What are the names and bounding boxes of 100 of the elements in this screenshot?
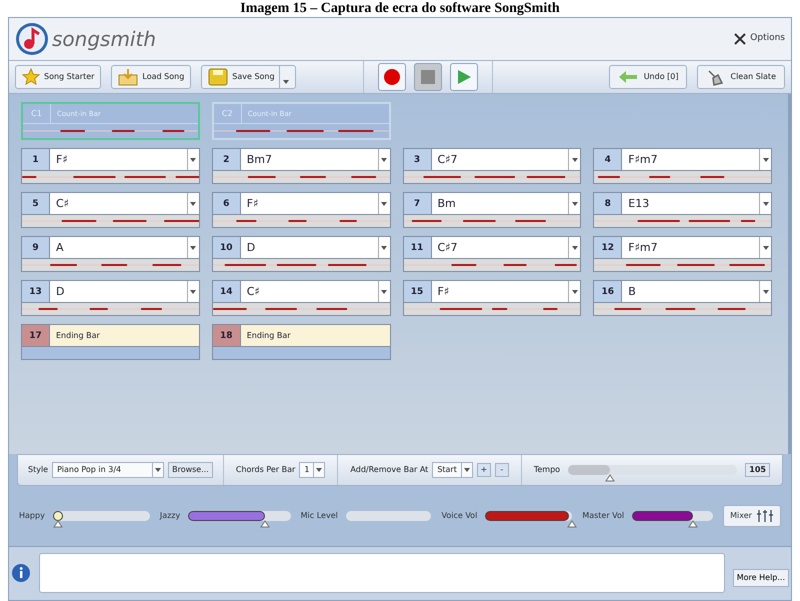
chord-bar[interactable]: 4 F♯m7 (593, 148, 772, 184)
chord-name: F♯ (55, 152, 69, 168)
bar-number: 13 (22, 281, 50, 302)
dropdown-arrow-icon (381, 246, 387, 250)
play-icon (456, 69, 472, 85)
chord-bar[interactable]: 11 C♯7 (402, 236, 582, 272)
chord-bar[interactable]: 3 C♯7 (402, 148, 582, 184)
bar-number: 2 (212, 149, 241, 170)
toolbar-button[interactable]: Undo [0] (608, 65, 688, 89)
dropdown-arrow-icon (190, 158, 196, 162)
chord-bar[interactable]: 15 F♯ (402, 280, 582, 316)
chord-name: Bm (436, 196, 457, 212)
chord-bar[interactable]: 5 C♯ (21, 192, 200, 228)
dropdown-arrow-icon (381, 158, 387, 162)
dropdown-arrow-icon (762, 290, 768, 294)
dropdown-arrow-icon (190, 246, 196, 250)
bar-number: 10 (212, 237, 241, 258)
position-dropdown[interactable]: Start (432, 462, 473, 478)
chord-bar[interactable]: 12 F♯m7 (593, 236, 772, 272)
mixer-button[interactable]: Mixer (723, 505, 781, 527)
slider-thumb[interactable] (567, 520, 578, 528)
chords-per-bar-label: Chords Per Bar (236, 464, 296, 476)
chord-bar[interactable]: 10 D (212, 236, 390, 272)
dropdown-arrow-icon (316, 468, 322, 472)
bar-number: 7 (404, 193, 432, 214)
slider-label: Jazzy (160, 510, 180, 522)
arrow-left-icon (618, 70, 638, 84)
dropdown-arrow-icon (155, 468, 162, 472)
style-dropdown[interactable]: Piano Pop in 3/4 (52, 462, 164, 478)
chord-bar[interactable]: 8 E13 (593, 192, 772, 228)
more-help-button[interactable]: More Help... (732, 569, 789, 587)
dropdown-arrow-icon (572, 290, 578, 294)
chord-name: E13 (627, 196, 650, 212)
chord-name: C♯ (246, 284, 261, 300)
floppy-icon (208, 68, 228, 86)
chord-bar[interactable]: 13 D (21, 280, 200, 316)
chord-bar[interactable]: 6 F♯ (212, 192, 390, 228)
chord-bar[interactable]: 14 C♯ (212, 280, 390, 316)
dropdown-arrow-icon (572, 158, 578, 162)
chord-name: A (55, 240, 65, 256)
mixer-icon (756, 510, 774, 522)
browse-button[interactable]: Browse... (168, 462, 213, 478)
chord-bar[interactable]: 2 Bm7 (212, 148, 390, 184)
options-button[interactable]: Options (733, 32, 785, 46)
dropdown-arrow-icon (762, 202, 768, 206)
toolbar-button[interactable]: Load Song (111, 65, 192, 89)
dropdown-arrow-icon (190, 290, 196, 294)
chord-name: F♯m7 (627, 152, 659, 168)
chord-name: Bm7 (246, 152, 274, 168)
toolbar-button[interactable]: Song Starter (15, 65, 102, 89)
bar-number: 5 (22, 193, 50, 214)
bar-number: 6 (212, 193, 241, 214)
remove-bar-button[interactable]: - (494, 463, 509, 477)
figure-caption: Imagem 15 – Captura de ecra do software SongSmith (239, 0, 561, 17)
bar-number: 9 (22, 237, 50, 258)
chord-bar[interactable]: 7 Bm (402, 192, 582, 228)
slider-label: Master Vol (582, 510, 624, 522)
info-icon (11, 563, 31, 583)
chord-bar[interactable]: 1 F♯ (21, 148, 200, 184)
tempo-label: Tempo (534, 464, 560, 476)
bar-number: 1 (22, 149, 50, 170)
bar-number: 16 (594, 281, 622, 302)
toolbar-button[interactable]: Save Song (201, 65, 296, 89)
play-button[interactable] (450, 63, 478, 91)
dropdown-arrow-icon (381, 202, 387, 206)
toolbar-button[interactable]: Clean Slate (697, 65, 785, 89)
chord-name: B (627, 284, 637, 300)
tempo-value: 105 (745, 463, 770, 477)
slider-label: Mic Level (300, 510, 338, 522)
chords-per-bar-dropdown[interactable]: 1 (299, 462, 326, 478)
chord-name: C♯7 (436, 152, 459, 168)
ending-bar[interactable]: 17 Ending Bar (21, 324, 200, 360)
record-icon (383, 68, 401, 86)
style-label: Style (28, 464, 48, 476)
bar-number: 8 (594, 193, 622, 214)
chord-name: F♯m7 (627, 240, 659, 256)
bar-number: 4 (594, 149, 622, 170)
dropdown-arrow-icon (572, 246, 578, 250)
bar-number: 18 (212, 325, 241, 346)
dropdown-arrow-icon (190, 202, 196, 206)
add-remove-label: Add/Remove Bar At (350, 464, 428, 476)
add-bar-button[interactable]: + (476, 463, 491, 477)
bar-number: 15 (404, 281, 432, 302)
chord-bar[interactable]: 9 A (21, 236, 200, 272)
dropdown-arrow-icon (381, 290, 387, 294)
dropdown-arrow-icon (282, 80, 289, 84)
ending-bar[interactable]: 18 Ending Bar (212, 324, 390, 360)
bar-number: C2 (214, 104, 242, 123)
chord-name: C♯7 (436, 240, 459, 256)
bar-label: Ending Bar (246, 330, 292, 342)
chord-bar[interactable]: 16 B (593, 280, 772, 316)
record-button[interactable] (378, 63, 406, 91)
dropdown-arrow-icon (762, 158, 768, 162)
logo-icon (15, 22, 49, 56)
chord-name: C♯ (55, 196, 70, 212)
slider-fill[interactable] (568, 465, 610, 475)
bar-number: 12 (594, 237, 622, 258)
folder-arrow-icon (118, 68, 138, 86)
star-icon (22, 68, 40, 86)
slider-label: Voice Vol (441, 510, 478, 522)
